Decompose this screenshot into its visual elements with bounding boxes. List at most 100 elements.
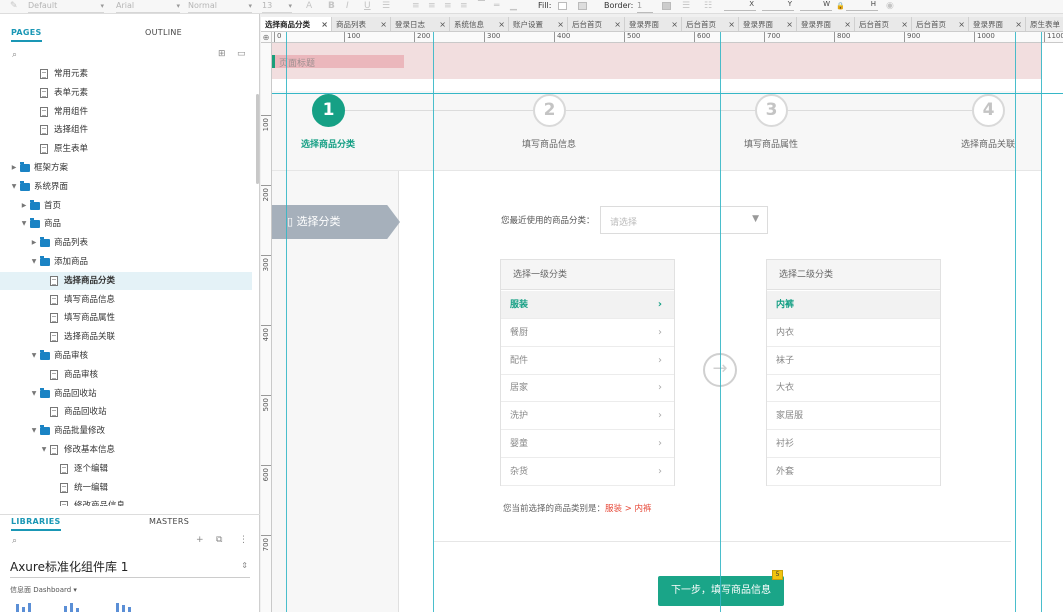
caret-right-icon[interactable]: ▶ bbox=[30, 234, 38, 252]
tree-page-item[interactable]: 表单元素 bbox=[0, 84, 252, 102]
vertical-ruler[interactable]: 100 200 300 400 500 600 700 bbox=[261, 43, 272, 612]
tree-page-item[interactable]: 修改商品信息 bbox=[0, 497, 252, 506]
doc-tab[interactable]: 登录界面 × bbox=[625, 17, 682, 31]
close-icon[interactable]: × bbox=[557, 17, 564, 31]
close-icon[interactable]: × bbox=[321, 17, 328, 31]
library-folder-label[interactable]: 信息面 Dashboard ▾ bbox=[10, 585, 77, 595]
font-weight-select[interactable]: Normal ▾ bbox=[188, 0, 252, 13]
design-canvas[interactable]: 页面标题 1 选择商品分类 2 填写商品信息 3 填写商品属性 4 选择商品关联 ▯ 选择分类… bbox=[272, 43, 1063, 612]
close-icon[interactable]: × bbox=[844, 17, 851, 31]
font-size-select[interactable]: 13 ▾ bbox=[262, 0, 292, 13]
close-icon[interactable]: × bbox=[958, 17, 965, 31]
doc-tab[interactable]: 登录日志 × bbox=[391, 17, 450, 31]
doc-tab[interactable]: 后台首页 × bbox=[855, 17, 912, 31]
secondary-category-item[interactable]: 家居服 bbox=[767, 402, 940, 431]
close-icon[interactable]: × bbox=[1015, 17, 1022, 31]
tab-masters[interactable]: MASTERS bbox=[149, 517, 189, 526]
doc-tab[interactable]: 后台首页 × bbox=[568, 17, 625, 31]
vertical-guide[interactable] bbox=[1041, 32, 1042, 612]
secondary-category-item[interactable]: 袜子 bbox=[767, 347, 940, 375]
tree-page-item[interactable]: 逐个编辑 bbox=[0, 460, 252, 478]
doc-tab[interactable]: 登录界面 × bbox=[797, 17, 855, 31]
recent-category-select[interactable]: 请选择 ▼ bbox=[600, 206, 768, 234]
close-icon[interactable]: × bbox=[786, 17, 793, 31]
w-field[interactable]: W bbox=[800, 0, 832, 11]
library-widget-thumb[interactable] bbox=[14, 602, 44, 612]
underline-icon[interactable]: U bbox=[364, 1, 371, 12]
horizontal-guide[interactable] bbox=[272, 93, 1063, 94]
doc-tab[interactable]: 登录界面 × bbox=[969, 17, 1026, 31]
secondary-category-item[interactable]: 内衣 bbox=[767, 319, 940, 347]
border-width-field[interactable]: 1 bbox=[637, 0, 653, 13]
tree-page-item[interactable]: 选择商品关联 bbox=[0, 328, 252, 346]
doc-tab[interactable]: 系统信息 × bbox=[450, 17, 509, 31]
font-color-icon[interactable]: A bbox=[306, 1, 312, 12]
next-step-button[interactable]: 下一步，填写商品信息 5 bbox=[658, 570, 784, 606]
vertical-guide[interactable] bbox=[433, 32, 434, 612]
tree-folder-item[interactable]: ▶ 框架方案 bbox=[0, 159, 252, 177]
align-left-icon[interactable]: ≡ bbox=[412, 1, 420, 12]
style-select[interactable]: Default ▾ bbox=[28, 0, 104, 13]
primary-category-item[interactable]: 餐厨 › bbox=[501, 319, 674, 347]
close-icon[interactable]: × bbox=[901, 17, 908, 31]
tab-outline[interactable]: OUTLINE bbox=[145, 28, 182, 37]
tree-folder-item[interactable]: ▼ 添加商品 bbox=[0, 253, 252, 271]
tab-pages[interactable]: PAGES bbox=[11, 28, 42, 42]
doc-tab[interactable]: 登录界面 × bbox=[739, 17, 797, 31]
border-lines-icon[interactable]: ☷ bbox=[704, 1, 712, 12]
caret-right-icon[interactable]: ▶ bbox=[20, 197, 28, 215]
primary-category-item[interactable]: 婴童 › bbox=[501, 430, 674, 458]
side-nav-item-active[interactable]: ▯ 选择分类 bbox=[272, 205, 400, 239]
vertical-guide[interactable] bbox=[1015, 32, 1016, 612]
tree-page-item[interactable]: 填写商品属性 bbox=[0, 309, 252, 327]
align-bottom-icon[interactable]: ▁ bbox=[510, 1, 517, 12]
tree-page-item[interactable]: 填写商品信息 bbox=[0, 291, 252, 309]
tab-libraries[interactable]: LIBRARIES bbox=[11, 517, 61, 531]
close-icon[interactable]: × bbox=[380, 17, 387, 31]
caret-down-icon[interactable]: ▼ bbox=[30, 347, 38, 365]
italic-icon[interactable]: I bbox=[346, 1, 349, 12]
align-right-icon[interactable]: ≡ bbox=[444, 1, 452, 12]
tree-page-item[interactable]: 常用元素 bbox=[0, 66, 252, 83]
align-middle-icon[interactable]: ═ bbox=[494, 1, 499, 12]
tree-page-item[interactable]: ▼ 修改基本信息 bbox=[0, 441, 252, 459]
library-select[interactable]: Axure标准化组件库 1 ⇕ bbox=[10, 558, 250, 578]
fill-pattern-swatch[interactable] bbox=[578, 2, 587, 10]
x-field[interactable]: X bbox=[724, 0, 756, 11]
add-folder-icon[interactable]: ▭ bbox=[237, 49, 246, 59]
vertical-guide[interactable] bbox=[286, 32, 287, 612]
tree-folder-item[interactable]: ▶ 首页 bbox=[0, 197, 252, 215]
secondary-category-item[interactable]: 大衣 bbox=[767, 374, 940, 403]
align-center-icon[interactable]: ≡ bbox=[428, 1, 436, 12]
library-widget-thumb[interactable] bbox=[62, 602, 92, 612]
close-icon[interactable]: × bbox=[439, 17, 446, 31]
primary-category-item[interactable]: 服装 › bbox=[501, 291, 674, 319]
tree-folder-item[interactable]: ▶ 商品列表 bbox=[0, 234, 252, 252]
add-page-icon[interactable]: ⊞ bbox=[218, 49, 226, 59]
tree-page-item[interactable]: 商品回收站 bbox=[0, 403, 252, 421]
doc-tab[interactable]: 商品列表 × bbox=[332, 17, 391, 31]
doc-tab[interactable]: 后台首页 × bbox=[912, 17, 969, 31]
tree-page-item[interactable]: 商品审核 bbox=[0, 366, 252, 384]
visibility-eye-icon[interactable]: ◉ bbox=[886, 1, 894, 12]
doc-tab[interactable]: 原生表单× bbox=[1026, 17, 1063, 31]
caret-down-icon[interactable]: ▼ bbox=[10, 178, 18, 196]
library-search-icon[interactable]: ⌕ bbox=[12, 536, 17, 546]
add-library-icon[interactable]: + bbox=[196, 535, 204, 545]
tree-scrollbar[interactable] bbox=[256, 94, 259, 184]
edit-style-icon[interactable]: ✎ bbox=[10, 1, 18, 12]
caret-down-icon[interactable]: ▼ bbox=[20, 215, 28, 233]
search-icon[interactable]: ⌕ bbox=[12, 50, 17, 60]
tree-folder-item[interactable]: ▼ 系统界面 bbox=[0, 178, 252, 196]
ruler-origin-icon[interactable]: ⊕ bbox=[261, 32, 272, 43]
tree-page-item[interactable]: 选择组件 bbox=[0, 121, 252, 139]
tree-page-item[interactable]: 常用组件 bbox=[0, 103, 252, 121]
doc-tab[interactable]: 后台首页 × bbox=[682, 17, 739, 31]
tree-page-item[interactable]: 原生表单 bbox=[0, 140, 252, 158]
primary-category-item[interactable]: 配件 › bbox=[501, 347, 674, 375]
bold-icon[interactable]: B bbox=[328, 1, 335, 12]
border-color-swatch[interactable] bbox=[662, 2, 671, 10]
close-icon[interactable]: × bbox=[728, 17, 735, 31]
fill-color-swatch[interactable] bbox=[558, 2, 567, 10]
tree-folder-item[interactable]: ▼ 商品批量修改 bbox=[0, 422, 252, 440]
